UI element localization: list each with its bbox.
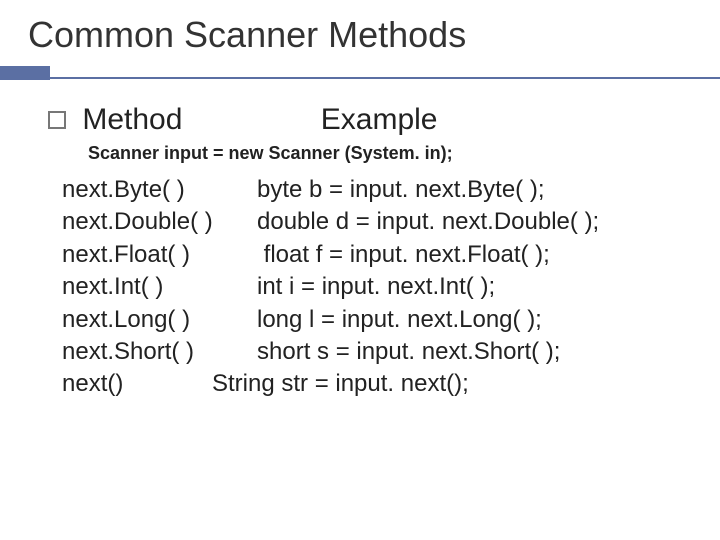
method-cell: next.Double( ): [62, 206, 257, 238]
example-cell: long l = input. next.Long( );: [257, 306, 542, 333]
table-row: next.Double( )double d = input. next.Dou…: [62, 206, 720, 238]
method-cell: next.Short( ): [62, 336, 257, 368]
method-cell: next.Byte( ): [62, 174, 257, 206]
method-cell: next(): [62, 368, 212, 400]
example-cell: short s = input. next.Short( );: [257, 338, 560, 365]
example-cell: int i = input. next.Int( );: [257, 273, 495, 300]
table-row: next.Int( )int i = input. next.Int( );: [62, 271, 720, 303]
table-row: next.Short( )short s = input. next.Short…: [62, 336, 720, 368]
example-cell: String str = input. next();: [212, 370, 469, 397]
method-rows: next.Byte( )byte b = input. next.Byte( )…: [0, 174, 720, 401]
table-row: next.Long( )long l = input. next.Long( )…: [62, 304, 720, 336]
method-cell: next.Int( ): [62, 271, 257, 303]
header-example: Example: [321, 103, 438, 137]
example-cell: double d = input. next.Double( );: [257, 208, 599, 235]
example-cell: byte b = input. next.Byte( );: [257, 176, 544, 203]
example-cell: float f = input. next.Float( );: [257, 241, 550, 268]
page-title: Common Scanner Methods: [0, 0, 720, 66]
accent-bar: [0, 66, 720, 80]
method-cell: next.Float( ): [62, 239, 257, 271]
table-row: next()String str = input. next();: [62, 368, 720, 400]
scanner-declaration: Scanner input = new Scanner (System. in)…: [0, 137, 720, 174]
header-method: Method: [82, 103, 182, 137]
table-row: next.Float( ) float f = input. next.Floa…: [62, 239, 720, 271]
table-row: next.Byte( )byte b = input. next.Byte( )…: [62, 174, 720, 206]
method-cell: next.Long( ): [62, 304, 257, 336]
bullet-icon: [48, 111, 66, 129]
column-headers: Method Example: [0, 102, 720, 137]
